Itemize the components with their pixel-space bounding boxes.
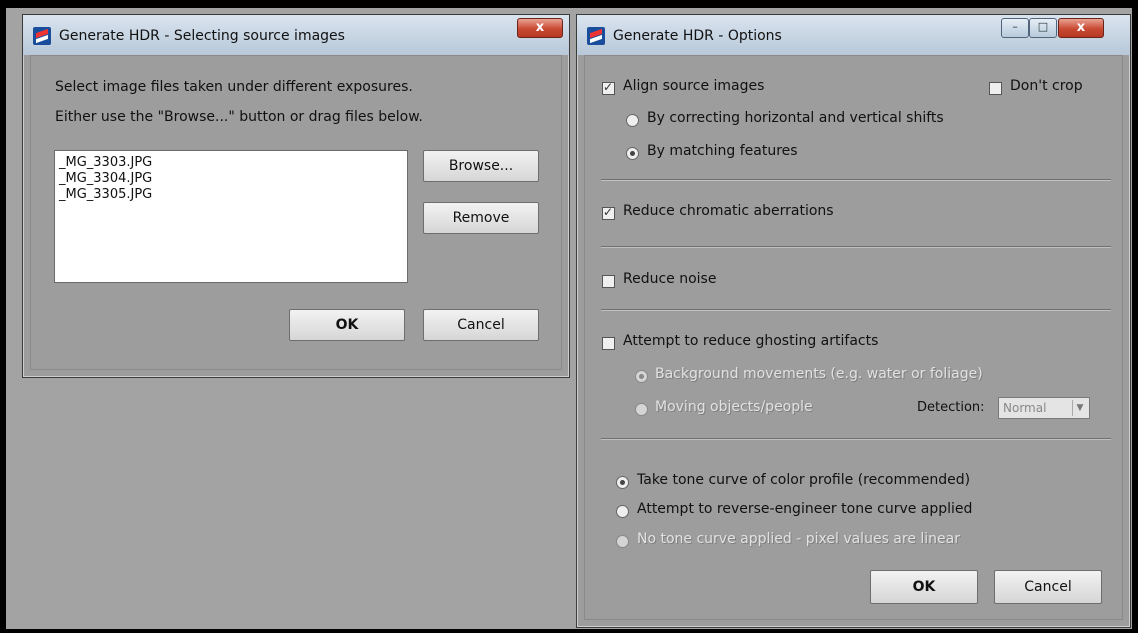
noise-label[interactable]: Reduce noise (623, 271, 716, 287)
dont-crop-checkbox[interactable] (989, 82, 1002, 95)
file-list[interactable]: _MG_3303.JPG _MG_3304.JPG _MG_3305.JPG (54, 150, 408, 283)
tone-linear-radio[interactable] (616, 535, 629, 548)
ghost-objects-label: Moving objects/people (655, 399, 813, 415)
close-button[interactable]: x (517, 18, 563, 38)
chevron-down-icon[interactable]: ▼ (1072, 400, 1087, 416)
ok-button[interactable]: OK (870, 570, 978, 604)
browse-button[interactable]: Browse... (423, 150, 539, 182)
align-features-radio[interactable] (626, 147, 639, 160)
file-list-item[interactable]: _MG_3303.JPG (55, 155, 407, 171)
dialog-body: Select image files taken under different… (30, 55, 562, 370)
select-source-images-dialog: Generate HDR - Selecting source images x… (22, 14, 570, 378)
file-list-item[interactable]: _MG_3304.JPG (55, 171, 407, 187)
app-logo-icon (33, 27, 51, 45)
align-label[interactable]: Align source images (623, 78, 764, 94)
ghosting-checkbox[interactable] (602, 337, 615, 350)
tone-profile-radio[interactable] (616, 476, 629, 489)
instruction-text: Select image files taken under different… (55, 79, 413, 95)
app-logo-icon (587, 27, 605, 45)
title-bar[interactable]: Generate HDR - Selecting source images x (23, 15, 569, 55)
detection-select[interactable]: Normal ▼ (998, 397, 1090, 419)
ghost-background-radio[interactable] (635, 370, 648, 383)
ghosting-label[interactable]: Attempt to reduce ghosting artifacts (623, 333, 878, 349)
dialog-title: Generate HDR - Options (613, 28, 782, 44)
separator (601, 246, 1111, 247)
remove-button[interactable]: Remove (423, 202, 539, 234)
tone-profile-label[interactable]: Take tone curve of color profile (recomm… (637, 472, 970, 488)
cancel-button[interactable]: Cancel (994, 570, 1102, 604)
title-bar[interactable]: Generate HDR - Options – □ x (577, 15, 1130, 55)
cancel-button[interactable]: Cancel (423, 309, 539, 341)
align-shift-radio[interactable] (626, 114, 639, 127)
align-shift-label[interactable]: By correcting horizontal and vertical sh… (647, 110, 944, 126)
close-button[interactable]: x (1058, 18, 1104, 38)
hdr-options-dialog: Generate HDR - Options – □ x Align sourc… (576, 14, 1131, 628)
ghost-objects-radio[interactable] (635, 403, 648, 416)
separator (601, 438, 1111, 439)
align-features-label[interactable]: By matching features (647, 143, 798, 159)
separator (601, 179, 1111, 180)
separator (601, 309, 1111, 310)
tone-linear-label: No tone curve applied - pixel values are… (637, 531, 960, 547)
tone-reverse-radio[interactable] (616, 505, 629, 518)
chromatic-label[interactable]: Reduce chromatic aberrations (623, 203, 834, 219)
chromatic-checkbox[interactable] (602, 205, 615, 220)
instruction-text-2: Either use the "Browse..." button or dra… (55, 109, 423, 125)
ok-button[interactable]: OK (289, 309, 405, 341)
noise-checkbox[interactable] (602, 275, 615, 288)
detection-value: Normal (1003, 401, 1047, 415)
detection-label: Detection: (917, 400, 985, 415)
dialog-title: Generate HDR - Selecting source images (59, 28, 345, 44)
tone-reverse-label[interactable]: Attempt to reverse-engineer tone curve a… (637, 501, 972, 517)
dont-crop-label[interactable]: Don't crop (1010, 78, 1083, 94)
align-checkbox[interactable] (602, 80, 615, 95)
minimize-button[interactable]: – (1001, 18, 1029, 38)
maximize-button[interactable]: □ (1029, 18, 1057, 38)
ghost-background-label: Background movements (e.g. water or foli… (655, 366, 983, 382)
dialog-body: Align source images Don't crop By correc… (584, 55, 1123, 620)
file-list-item[interactable]: _MG_3305.JPG (55, 187, 407, 203)
